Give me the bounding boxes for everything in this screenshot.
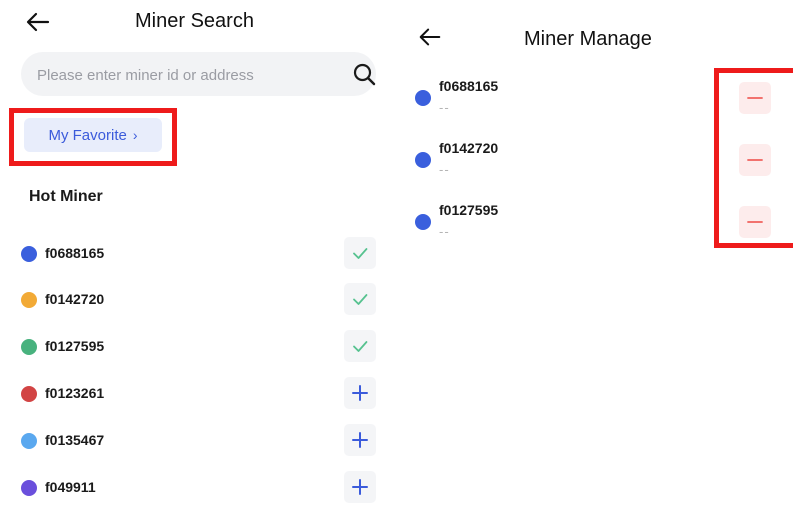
miner-id: f0688165 xyxy=(439,78,499,94)
miner-id: f0127595 xyxy=(45,338,105,354)
hot-miner-row[interactable]: f0123261 xyxy=(0,377,396,411)
plus-icon xyxy=(351,478,369,496)
plus-icon xyxy=(351,384,369,402)
remove-miner-button[interactable] xyxy=(739,82,771,114)
favorited-check-button[interactable] xyxy=(344,237,376,269)
miner-color-dot xyxy=(415,152,431,168)
my-favorite-label: My Favorite xyxy=(48,126,127,144)
miner-id: f0135467 xyxy=(45,432,105,448)
minus-icon xyxy=(747,90,763,106)
check-icon xyxy=(351,244,369,262)
page-title: Miner Manage xyxy=(524,28,652,50)
miner-manage-screen: Miner Manage f0688165 -- f0142720 -- f012759… xyxy=(400,0,793,501)
miner-color-dot xyxy=(415,214,431,230)
my-favorite-button[interactable]: My Favorite › xyxy=(24,118,162,152)
chevron-right-icon: › xyxy=(132,127,138,143)
miner-color-dot xyxy=(21,386,37,402)
miner-id: f0142720 xyxy=(439,140,499,156)
back-button[interactable] xyxy=(24,8,52,36)
miner-id: f0142720 xyxy=(45,291,105,307)
check-icon xyxy=(351,337,369,355)
favorited-check-button[interactable] xyxy=(344,283,376,315)
check-icon xyxy=(351,290,369,308)
remove-miner-button[interactable] xyxy=(739,206,771,238)
managed-miner-row: f0127595 -- xyxy=(400,200,793,250)
add-favorite-button[interactable] xyxy=(344,471,376,503)
arrow-left-icon xyxy=(419,28,441,46)
search-icon[interactable] xyxy=(352,62,376,86)
hot-miner-row[interactable]: f0688165 xyxy=(0,237,396,271)
hot-miner-row[interactable]: f0142720 xyxy=(0,283,396,317)
arrow-left-icon xyxy=(26,12,50,32)
miner-id: f0123261 xyxy=(45,385,105,401)
miner-color-dot xyxy=(21,246,37,262)
managed-miner-row: f0688165 -- xyxy=(400,76,793,126)
search-bar xyxy=(21,52,376,98)
miner-id: f0127595 xyxy=(439,202,499,218)
miner-subtitle: -- xyxy=(439,100,450,115)
favorited-check-button[interactable] xyxy=(344,330,376,362)
hot-miner-heading: Hot Miner xyxy=(29,188,103,205)
miner-color-dot xyxy=(21,292,37,308)
miner-subtitle: -- xyxy=(439,224,450,239)
hot-miner-row[interactable]: f0135467 xyxy=(0,424,396,458)
miner-search-screen: Miner Search My Favorite › Hot Miner f06… xyxy=(0,0,396,503)
minus-icon xyxy=(747,152,763,168)
page-title: Miner Search xyxy=(135,10,254,32)
miner-id: f049911 xyxy=(45,479,96,495)
miner-color-dot xyxy=(415,90,431,106)
hot-miner-row[interactable]: f049911 xyxy=(0,471,396,505)
miner-color-dot xyxy=(21,480,37,496)
hot-miner-row[interactable]: f0127595 xyxy=(0,330,396,364)
miner-color-dot xyxy=(21,339,37,355)
managed-miner-row: f0142720 -- xyxy=(400,138,793,188)
add-favorite-button[interactable] xyxy=(344,424,376,456)
back-button[interactable] xyxy=(417,24,445,52)
search-input[interactable] xyxy=(35,52,319,98)
minus-icon xyxy=(747,214,763,230)
miner-color-dot xyxy=(21,433,37,449)
miner-id: f0688165 xyxy=(45,245,105,261)
remove-miner-button[interactable] xyxy=(739,144,771,176)
add-favorite-button[interactable] xyxy=(344,377,376,409)
miner-subtitle: -- xyxy=(439,162,450,177)
plus-icon xyxy=(351,431,369,449)
